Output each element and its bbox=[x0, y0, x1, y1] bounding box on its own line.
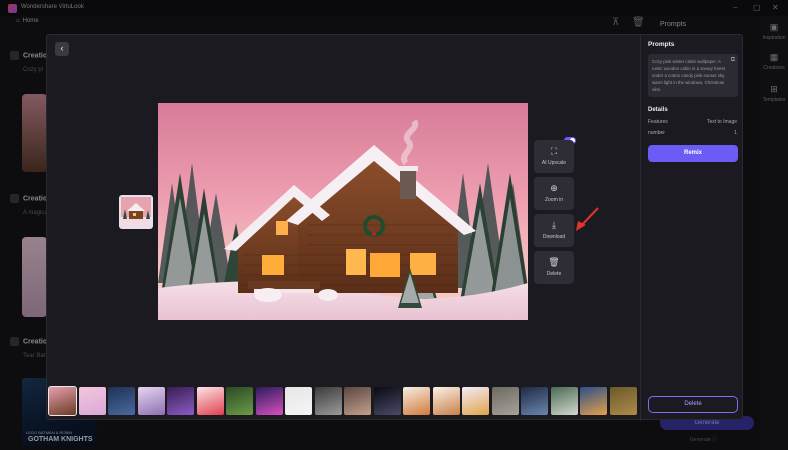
ai-upscale-button[interactable]: ⛶ AI Upscale bbox=[534, 140, 574, 173]
prompt-box: Cozy pink winter cabin wallpaper. A rust… bbox=[648, 54, 738, 97]
thumbnail-pink-snow[interactable] bbox=[78, 387, 106, 415]
app-window: Wondershare VirtuLook – ▢ ✕ ⌂ Home ⊼ 🗑 Pr… bbox=[0, 0, 788, 450]
thumbnail-warrior[interactable] bbox=[521, 387, 548, 415]
trash-icon: 🗑 bbox=[548, 257, 560, 267]
thumbnail-purple-dark[interactable] bbox=[167, 387, 194, 415]
thumbnail-stickers[interactable] bbox=[403, 387, 430, 415]
main-generated-image bbox=[158, 103, 528, 320]
details-title: Details bbox=[648, 107, 668, 113]
cabin-scene bbox=[158, 103, 528, 320]
thumbnail-portrait-collage[interactable] bbox=[344, 387, 371, 415]
upscale-icon: ⛶ bbox=[550, 146, 558, 156]
thumbnail-green-pattern[interactable] bbox=[226, 387, 253, 415]
thumbnail-night-sky[interactable] bbox=[373, 387, 401, 415]
thumbnail-colorful-art[interactable] bbox=[580, 387, 607, 415]
back-button[interactable]: ‹ bbox=[55, 42, 69, 56]
detail-value-features: Text to Image bbox=[706, 119, 737, 125]
thumbnail-pattern-food[interactable] bbox=[432, 387, 460, 415]
detail-value-number: 1 bbox=[734, 130, 737, 136]
delete-image-button[interactable]: 🗑 Delete bbox=[534, 251, 574, 284]
thumbnail-cabin[interactable] bbox=[48, 386, 77, 416]
detail-key-number: number bbox=[648, 130, 665, 136]
details-panel: Prompts Cozy pink winter cabin wallpaper… bbox=[640, 35, 744, 421]
prompt-text: Cozy pink winter cabin wallpaper. A rust… bbox=[652, 59, 726, 93]
remix-button[interactable]: Remix bbox=[648, 145, 738, 162]
thumbnail-fairy[interactable] bbox=[137, 387, 165, 415]
back-arrow-icon: ‹ bbox=[60, 43, 64, 53]
thumbnail-strip bbox=[48, 386, 639, 417]
thumbnail-stone[interactable] bbox=[491, 387, 519, 415]
thumbnail-person-green[interactable] bbox=[550, 387, 578, 415]
thumbnail-pastel-icons[interactable] bbox=[462, 387, 489, 415]
selected-thumbnail[interactable] bbox=[119, 195, 153, 229]
image-detail-modal: ‹ ⛶ AI Upscale ⊕ Zoom in ⤓ Download 🗑 De… bbox=[46, 34, 744, 421]
thumbnail-fantasy-painting[interactable] bbox=[609, 387, 637, 415]
copy-icon[interactable]: ⧉ bbox=[731, 57, 735, 64]
thumbnail-batman-lego[interactable] bbox=[108, 387, 135, 415]
thumbnail-t-shirt[interactable] bbox=[285, 387, 312, 415]
cabin-thumb-image bbox=[121, 197, 151, 227]
download-icon: ⤓ bbox=[552, 220, 556, 230]
thumbnail-neon-street[interactable] bbox=[255, 387, 283, 415]
prompts-title: Prompts bbox=[648, 41, 675, 48]
detail-key-features: Features bbox=[648, 119, 668, 125]
zoom-in-icon: ⊕ bbox=[550, 183, 558, 193]
thumbnail-fashion-dark[interactable] bbox=[314, 387, 342, 415]
zoom-in-button[interactable]: ⊕ Zoom in bbox=[534, 177, 574, 210]
delete-button[interactable]: Delete bbox=[648, 396, 738, 413]
thumbnail-strawberry-pattern[interactable] bbox=[196, 387, 224, 415]
download-button[interactable]: ⤓ Download bbox=[534, 214, 574, 247]
